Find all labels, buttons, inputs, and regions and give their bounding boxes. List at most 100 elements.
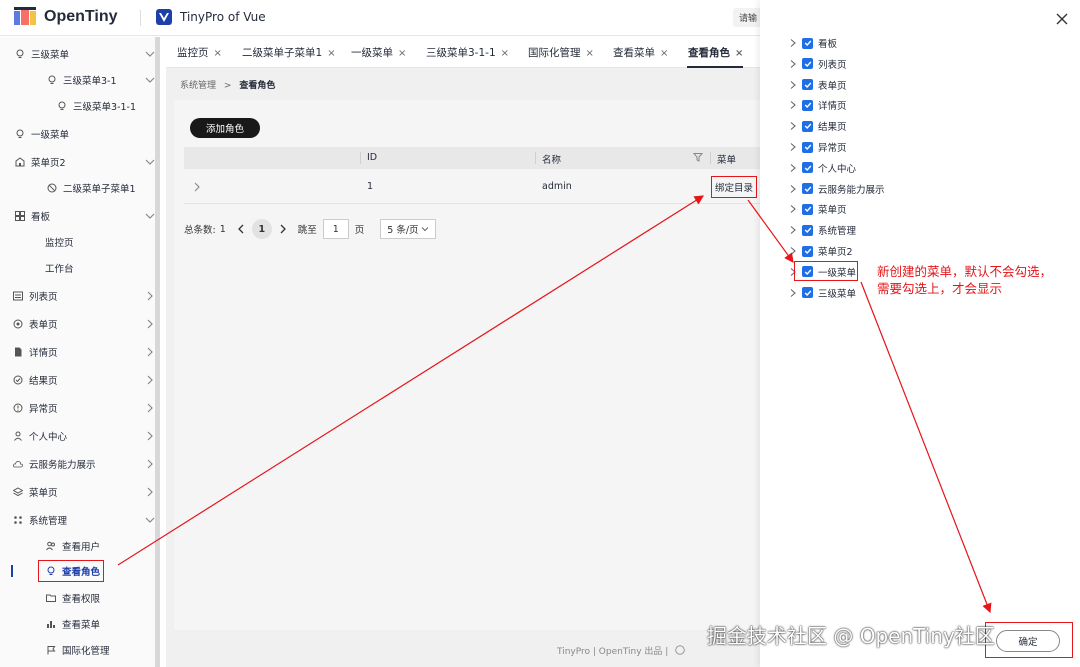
checkbox-checked-icon[interactable] — [802, 141, 813, 153]
checkbox-checked-icon[interactable] — [802, 99, 813, 111]
page-size-select[interactable]: 5 条/页 — [380, 219, 437, 239]
sidebar-item-list-page[interactable]: 列表页 — [12, 283, 154, 309]
tree-item[interactable]: 菜单页 — [788, 201, 847, 217]
close-icon[interactable]: × — [660, 48, 668, 59]
tree-item[interactable]: 云服务能力展示 — [788, 181, 885, 197]
tree-item[interactable]: 详情页 — [788, 97, 847, 113]
sidebar-item-monitor[interactable]: 监控页 — [45, 229, 74, 255]
tree-item[interactable]: 异常页 — [788, 139, 847, 155]
close-icon[interactable]: × — [735, 48, 743, 59]
sidebar-item-form-page[interactable]: 表单页 — [12, 311, 154, 337]
sidebar-item-menu-page[interactable]: 菜单页 — [12, 479, 154, 505]
tree-item[interactable]: 列表页 — [788, 56, 847, 72]
column-header-id[interactable]: ID — [367, 152, 377, 163]
column-header-name[interactable]: 名称 — [542, 152, 561, 166]
sidebar-item-detail-page[interactable]: 详情页 — [12, 339, 154, 365]
chevron-right-icon[interactable] — [788, 100, 798, 110]
filter-icon[interactable] — [692, 152, 704, 165]
tab-view-menus[interactable]: 查看菜单 × — [613, 45, 668, 60]
tree-item[interactable]: 结果页 — [788, 118, 847, 134]
chevron-right-icon[interactable] — [788, 121, 798, 131]
checkbox-checked-icon[interactable] — [802, 203, 813, 215]
sidebar-item-view-permissions[interactable]: 查看权限 — [45, 585, 100, 611]
language-switch[interactable]: 请输 — [733, 8, 764, 27]
sidebar-item-dashboard[interactable]: 看板 — [14, 203, 155, 229]
tree-item-label: 看板 — [818, 39, 838, 50]
tab-level2-submenu[interactable]: 二级菜单子菜单1 × — [242, 45, 336, 60]
breadcrumb-parent[interactable]: 系统管理 — [180, 81, 216, 91]
chevron-right-icon[interactable] — [788, 38, 798, 48]
next-page-icon[interactable] — [278, 223, 288, 235]
close-icon[interactable]: × — [398, 48, 406, 59]
chevron-right-icon[interactable] — [788, 184, 798, 194]
prev-page-icon[interactable] — [236, 223, 246, 235]
chevron-right-icon[interactable] — [788, 142, 798, 152]
tree-item[interactable]: 看板 — [788, 35, 837, 51]
sidebar-item-level1-menu[interactable]: 一级菜单 — [14, 121, 69, 147]
sidebar-item-view-roles[interactable]: 查看角色 — [38, 560, 104, 582]
checkbox-checked-icon[interactable] — [802, 162, 813, 174]
tab-view-roles[interactable]: 查看角色 × — [688, 45, 743, 60]
checkbox-checked-icon[interactable] — [802, 120, 813, 132]
sidebar-item-level2-submenu-1[interactable]: 二级菜单子菜单1 — [46, 175, 136, 201]
tab-level1-menu[interactable]: 一级菜单 × — [351, 45, 406, 60]
bar-chart-icon — [45, 618, 57, 630]
current-page[interactable]: 1 — [251, 219, 272, 239]
column-divider — [360, 152, 361, 164]
tree-item-label: 表单页 — [818, 80, 847, 92]
checkbox-checked-icon[interactable] — [802, 183, 813, 195]
chevron-right-icon[interactable] — [788, 288, 798, 298]
checkbox-checked-icon[interactable] — [802, 287, 813, 299]
sidebar-item-cloud-services[interactable]: 云服务能力展示 — [12, 451, 154, 477]
sidebar-item-level3-menu[interactable]: 三级菜单 — [14, 41, 155, 67]
sidebar-item-view-menus[interactable]: 查看菜单 — [45, 611, 100, 637]
close-icon[interactable]: × — [214, 48, 222, 59]
add-role-button[interactable]: 添加角色 — [190, 118, 260, 138]
checkbox-checked-icon[interactable] — [802, 58, 813, 70]
sidebar-item-level3-menu-3-1[interactable]: 三级菜单3-1 — [46, 67, 155, 93]
tree-item[interactable]: 三级菜单 — [788, 285, 856, 301]
checkbox-checked-icon[interactable] — [802, 79, 813, 91]
footer: TinyPro | OpenTiny 出品 | — [557, 644, 686, 658]
close-icon[interactable]: × — [586, 48, 594, 59]
goto-page-input[interactable]: 1 — [322, 219, 349, 239]
tab-monitor[interactable]: 监控页 × — [177, 45, 222, 60]
checkbox-checked-icon[interactable] — [802, 245, 813, 257]
sidebar-item-result-page[interactable]: 结果页 — [12, 367, 154, 393]
checkbox-checked-icon[interactable] — [802, 37, 813, 49]
bind-directory-button[interactable]: 绑定目录 — [711, 176, 757, 198]
sidebar-item-system-management[interactable]: 系统管理 — [12, 507, 155, 533]
chevron-right-icon[interactable] — [788, 80, 798, 90]
tab-level3-menu[interactable]: 三级菜单3-1-1 × — [426, 45, 509, 60]
close-icon[interactable] — [1055, 12, 1069, 26]
logo[interactable]: OpenTiny — [14, 7, 118, 27]
header-divider — [140, 10, 141, 26]
sidebar-item-menu-page-2[interactable]: 菜单页2 — [14, 149, 155, 175]
tree-item[interactable]: 系统管理 — [788, 222, 856, 238]
github-icon[interactable] — [675, 645, 686, 658]
sidebar-item-view-users[interactable]: 查看用户 — [45, 533, 100, 559]
sidebar-item-label: 列表页 — [29, 292, 58, 303]
chevron-right-icon[interactable] — [788, 204, 798, 214]
chevron-right-icon[interactable] — [192, 181, 202, 196]
footer-text: TinyPro | OpenTiny 出品 | — [557, 647, 669, 657]
chevron-right-icon[interactable] — [788, 59, 798, 69]
sidebar-item-personal-center[interactable]: 个人中心 — [12, 423, 154, 449]
tree-item[interactable]: 菜单页2 — [788, 243, 853, 259]
page-size-value: 5 条/页 — [387, 225, 419, 236]
tree-item-label: 详情页 — [818, 101, 847, 113]
close-icon[interactable]: × — [501, 48, 509, 59]
sidebar-item-level3-menu-3-1-1[interactable]: 三级菜单3-1-1 — [56, 93, 136, 119]
chevron-right-icon[interactable] — [788, 163, 798, 173]
checkbox-checked-icon[interactable] — [802, 224, 813, 236]
close-icon[interactable]: × — [327, 48, 335, 59]
sidebar-item-workbench[interactable]: 工作台 — [45, 255, 74, 281]
sidebar-item-exception-page[interactable]: 异常页 — [12, 395, 154, 421]
tree-item[interactable]: 表单页 — [788, 77, 847, 93]
sidebar-item-i18n-management[interactable]: 国际化管理 — [45, 637, 110, 663]
tree-item[interactable]: 个人中心 — [788, 160, 856, 176]
annotation-note: 新创建的菜单，默认不会勾选， 需要勾选上，才会显示 — [877, 263, 1052, 297]
chevron-right-icon[interactable] — [788, 246, 798, 256]
chevron-right-icon[interactable] — [788, 225, 798, 235]
tab-i18n[interactable]: 国际化管理 × — [528, 45, 594, 60]
